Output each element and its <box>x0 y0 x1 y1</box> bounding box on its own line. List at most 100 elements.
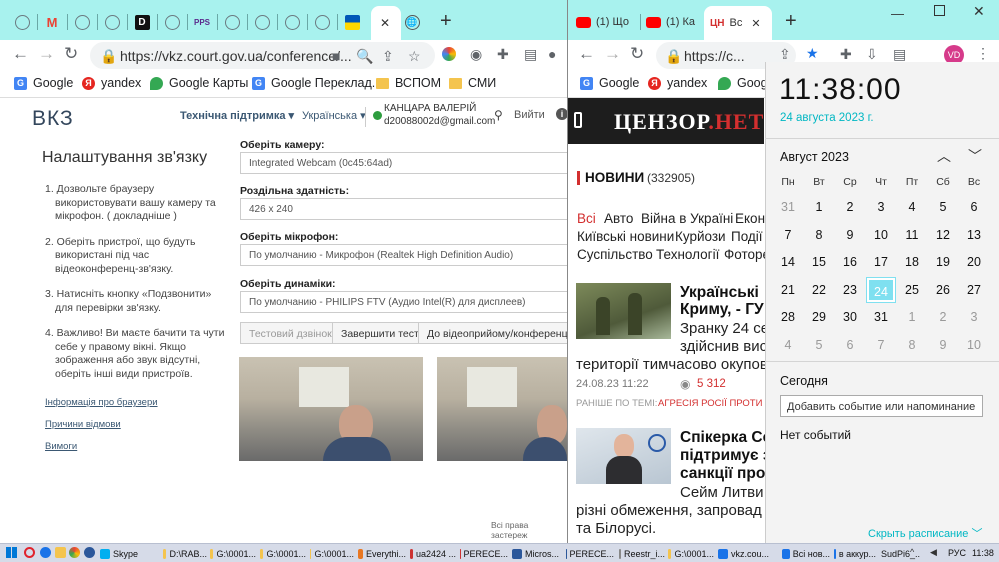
calendar-day[interactable]: 13 <box>960 223 988 247</box>
forward-icon[interactable]: → <box>38 44 55 64</box>
cat-auto[interactable]: Авто <box>604 211 633 226</box>
calendar-day[interactable]: 3 <box>867 195 895 219</box>
language-indicator[interactable]: РУС <box>948 548 966 558</box>
calendar-day[interactable]: 5 <box>805 333 833 357</box>
share-icon[interactable]: ⇪ <box>382 48 394 65</box>
tab-8[interactable] <box>248 8 276 36</box>
calendar-day[interactable]: 25 <box>898 278 926 302</box>
go-to-conference-button[interactable]: До відеоприйому/конференції <box>418 322 567 344</box>
taskbar-item[interactable]: vkz.cou... <box>718 546 776 561</box>
speaker-icon[interactable]: ◀ <box>930 547 937 558</box>
taskbar-item[interactable]: G:\0001... <box>210 546 256 561</box>
calendar-day[interactable]: 8 <box>805 223 833 247</box>
vkz-logo[interactable]: ВКЗ <box>32 107 74 131</box>
taskbar-item[interactable]: G:\0001... <box>260 546 306 561</box>
taskbar-item[interactable]: в аккур... <box>834 546 876 561</box>
calendar-day[interactable]: 26 <box>929 278 957 302</box>
tab-1[interactable]: M <box>38 8 66 36</box>
cat-all[interactable]: Всі <box>577 211 596 226</box>
news1-title-line1[interactable]: Українські <box>680 284 759 302</box>
edge-icon[interactable] <box>40 547 51 558</box>
calendar-day[interactable]: 2 <box>836 195 864 219</box>
taskbar-item[interactable]: PERECE... <box>566 546 614 561</box>
calendar-day[interactable]: 23 <box>836 278 864 302</box>
browser-info-link[interactable]: Інформація про браузери <box>45 397 158 408</box>
taskbar-item[interactable]: PERECE... <box>460 546 508 561</box>
cat-war[interactable]: Війна в Україні <box>641 211 733 226</box>
calendar-day[interactable]: 4 <box>774 333 802 357</box>
cat-curious[interactable]: Курйози <box>675 229 726 244</box>
menu-dots-icon[interactable]: ⋮ <box>976 45 990 62</box>
camera-select[interactable]: Integrated Webcam (0c45:64ad) <box>240 152 567 174</box>
calendar-day[interactable]: 31 <box>867 305 895 329</box>
logout-link[interactable]: Вийти <box>514 109 545 121</box>
bookmark-google[interactable]: G Google <box>580 76 639 90</box>
calendar-day[interactable]: 6 <box>960 195 988 219</box>
download-icon[interactable]: ⇩ <box>866 46 878 63</box>
tab-0[interactable] <box>8 8 36 36</box>
bookmark-google-translate[interactable]: G Google Переклад... <box>252 76 382 90</box>
calendar-day[interactable]: 18 <box>898 250 926 274</box>
finish-test-button[interactable]: Завершити тест <box>332 322 428 344</box>
calendar-day[interactable]: 20 <box>960 250 988 274</box>
calendar-day[interactable]: 19 <box>929 250 957 274</box>
share-icon[interactable]: ⇪ <box>779 46 791 63</box>
calendar-day[interactable]: 10 <box>960 333 988 357</box>
zoom-icon[interactable]: 🔍 <box>356 48 373 65</box>
calendar-day[interactable]: 22 <box>805 278 833 302</box>
taskbar-item[interactable]: Everythi... <box>358 546 406 561</box>
chrome-icon[interactable] <box>69 547 80 558</box>
explorer-icon[interactable] <box>55 547 66 558</box>
tab-10[interactable] <box>308 8 336 36</box>
star-filled-icon[interactable]: ★ <box>806 45 819 62</box>
taskbar-item[interactable]: Всі нов... <box>782 546 830 561</box>
news1-related-link[interactable]: АГРЕСІЯ РОСІЇ ПРОТИ У <box>658 398 771 409</box>
add-event-input[interactable]: Добавить событие или напоминание <box>780 395 983 417</box>
calendar-prev-icon[interactable]: ︿ <box>937 146 951 166</box>
calendar-day[interactable]: 12 <box>929 223 957 247</box>
calendar-day[interactable]: 28 <box>774 305 802 329</box>
tab-5[interactable] <box>158 8 186 36</box>
calendar-day[interactable]: 3 <box>960 305 988 329</box>
cat-tech[interactable]: Технології <box>656 247 719 262</box>
tab-4[interactable]: D <box>128 8 156 36</box>
tab-close-icon[interactable]: ✕ <box>751 17 760 30</box>
extensions-puzzle-icon[interactable]: ✚ <box>497 46 509 63</box>
calendar-day-today[interactable]: 24 <box>866 276 896 303</box>
calendar-day[interactable]: 9 <box>929 333 957 357</box>
calendar-day[interactable]: 10 <box>867 223 895 247</box>
calendar-day[interactable]: 14 <box>774 250 802 274</box>
app-icon[interactable] <box>84 547 95 558</box>
address-bar[interactable]: 🔒 https://vkz.court.gov.ua/conference/..… <box>90 42 435 69</box>
info-icon[interactable]: i <box>556 108 567 120</box>
speaker-select[interactable]: По умолчанию - PHILIPS FTV (Аудио Intel(… <box>240 291 567 313</box>
taskbar-item[interactable]: G:\0001... <box>310 546 354 561</box>
bookmark-yandex[interactable]: Яyandex <box>82 76 141 90</box>
start-icon[interactable] <box>6 547 17 558</box>
tab-7[interactable] <box>218 8 246 36</box>
calendar-day[interactable]: 4 <box>898 195 926 219</box>
taskbar-item[interactable]: Reestr_i... <box>619 546 665 561</box>
news1-title-line2[interactable]: Криму, - ГУ <box>680 301 764 319</box>
taskbar-item[interactable]: Skype <box>100 546 158 561</box>
new-tab-button[interactable]: + <box>785 10 797 33</box>
taskbar-item[interactable]: G:\0001... <box>668 546 714 561</box>
bookmark-google-maps[interactable]: Googl <box>718 76 770 90</box>
tab-3[interactable] <box>98 8 126 36</box>
calendar-day[interactable]: 31 <box>774 195 802 219</box>
reload-icon[interactable]: ↻ <box>630 44 644 64</box>
tab-youtube-2[interactable]: (1) Ка <box>646 8 710 36</box>
calendar-next-icon[interactable]: ﹀ <box>968 146 982 166</box>
news2-title-line2[interactable]: підтримує з <box>680 447 771 465</box>
tab-globe[interactable]: 🌐 <box>398 8 426 36</box>
calendar-day[interactable]: 17 <box>867 250 895 274</box>
taskbar-clock[interactable]: 11:38 <box>972 548 994 558</box>
camera-icon[interactable]: ■ <box>332 48 340 64</box>
tab-censor-active[interactable]: ЦН Вс ✕ <box>704 6 772 40</box>
language-menu[interactable]: Українська ▾ <box>302 109 366 122</box>
news2-thumbnail[interactable] <box>576 428 671 484</box>
refusal-reasons-link[interactable]: Причини відмови <box>45 419 121 430</box>
taskbar-item[interactable]: Micros... <box>512 546 562 561</box>
sidepanel-icon[interactable]: ▤ <box>893 46 906 63</box>
extensions-puzzle-icon[interactable]: ✚ <box>840 46 852 63</box>
